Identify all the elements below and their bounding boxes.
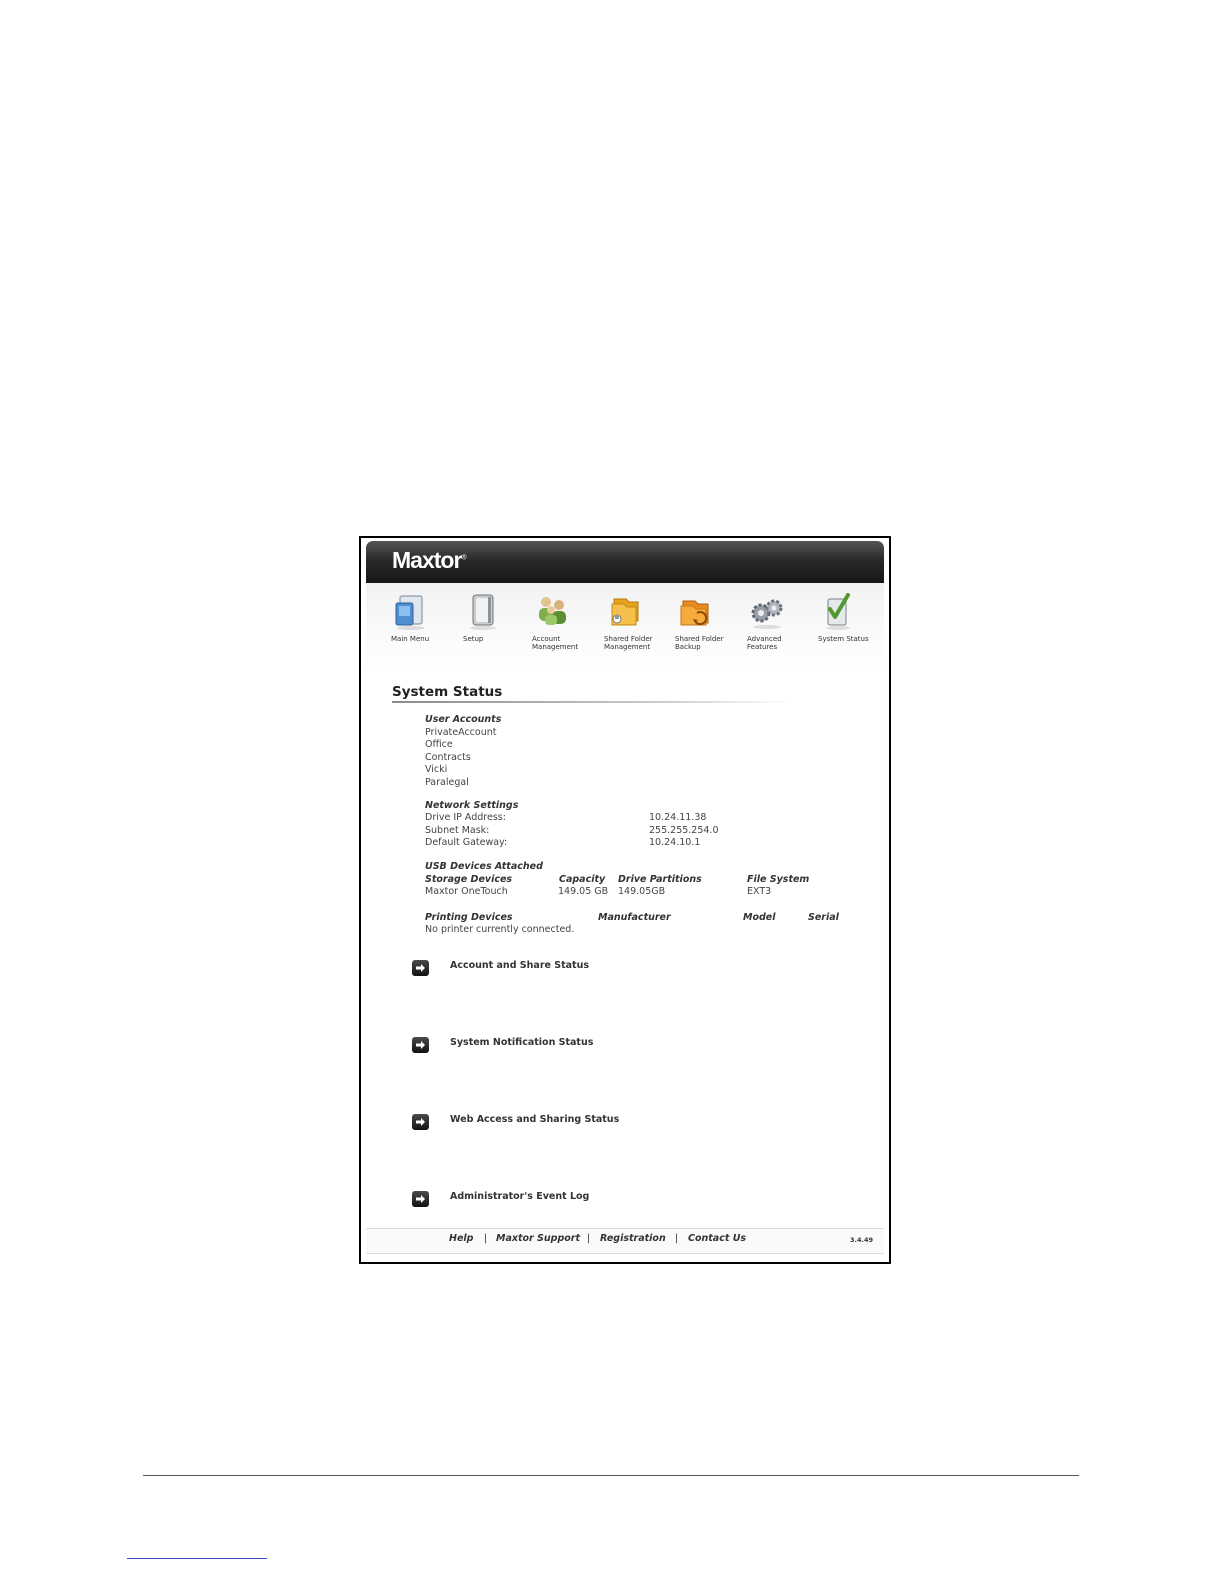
screenshot-frame: Maxtor® Main Menu Setup Account Manageme…	[359, 536, 891, 1264]
usb-devices-heading: USB Devices Attached	[425, 861, 543, 872]
printing-col-header: Printing Devices	[425, 911, 513, 923]
network-label: Drive IP Address:	[425, 812, 506, 823]
no-printer-message: No printer currently connected.	[425, 924, 575, 935]
printing-col-header: Model	[743, 911, 776, 923]
user-accounts-heading: User Accounts	[425, 714, 502, 725]
usb-col-header: Storage Devices	[425, 873, 513, 885]
status-content: User Accounts PrivateAccount Office Cont…	[425, 714, 885, 944]
footer-maxtor-support-link[interactable]: Maxtor Support	[496, 1233, 580, 1244]
nav-shared-folder-management[interactable]: Shared Folder Management	[604, 591, 666, 651]
system-status-icon	[826, 593, 850, 630]
shared-folder-backup-icon	[680, 600, 709, 626]
network-value: 10.24.10.1	[649, 837, 701, 848]
footer-registration-link[interactable]: Registration	[600, 1233, 666, 1244]
footer-contact-us-link[interactable]: Contact Us	[688, 1233, 746, 1244]
nav-main-menu[interactable]: Main Menu	[391, 591, 453, 643]
network-value: 255.255.254.0	[649, 824, 719, 836]
printing-col-header: Manufacturer	[598, 911, 671, 923]
network-label: Subnet Mask:	[425, 824, 490, 836]
arrow-right-button[interactable]	[412, 1037, 429, 1053]
advanced-features-icon	[751, 599, 783, 629]
network-label: Default Gateway:	[425, 837, 508, 848]
title-divider	[392, 701, 792, 703]
network-settings-heading: Network Settings	[425, 799, 519, 811]
setup-icon	[470, 594, 496, 630]
version-number: 3.4.49	[850, 1236, 874, 1244]
usb-cell: EXT3	[747, 886, 772, 897]
page-link-underline	[127, 1558, 267, 1559]
footer-separator: |	[675, 1233, 679, 1244]
arrow-right-button[interactable]	[412, 960, 429, 976]
user-account-item: Contracts	[425, 751, 471, 763]
footer-separator: |	[484, 1233, 488, 1244]
nav-account-management[interactable]: Account Management	[532, 591, 594, 651]
usb-col-header: Capacity	[559, 873, 606, 885]
arrow-right-button[interactable]	[412, 1114, 429, 1130]
printing-col-header: Serial	[808, 911, 839, 923]
arrow-right-icon	[416, 1041, 425, 1049]
arrow-right-icon	[416, 1195, 425, 1203]
arrow-right-icon	[416, 1118, 425, 1126]
nav-system-status[interactable]: System Status	[818, 591, 880, 643]
nav-shared-folder-backup[interactable]: Shared Folder Backup	[675, 591, 737, 651]
main-nav: Main Menu Setup Account Management Share…	[366, 583, 884, 673]
arrow-right-button[interactable]	[412, 1191, 429, 1207]
account-management-icon	[539, 597, 566, 625]
usb-col-header: Drive Partitions	[618, 873, 702, 885]
footer-help-link[interactable]: Help	[449, 1233, 473, 1244]
shared-folder-management-icon	[611, 598, 639, 626]
nav-advanced-features[interactable]: Advanced Features	[747, 591, 809, 651]
user-account-item: Paralegal	[425, 776, 469, 788]
usb-col-header: File System	[747, 873, 810, 885]
network-value: 10.24.11.38	[649, 812, 707, 823]
usb-cell: 149.05 GB	[558, 886, 609, 897]
usb-cell: 149.05GB	[618, 886, 666, 897]
app-footer: Help | Maxtor Support | Registration | C…	[366, 1228, 884, 1254]
page-title: System Status	[392, 684, 503, 700]
user-account-item: Vicki	[425, 764, 448, 775]
user-account-item: PrivateAccount	[425, 726, 497, 738]
nav-setup[interactable]: Setup	[463, 591, 525, 643]
user-account-item: Office	[425, 739, 453, 750]
arrow-right-icon	[416, 964, 425, 972]
footer-separator: |	[587, 1233, 591, 1244]
maxtor-logo: Maxtor®	[392, 547, 467, 573]
page-bottom-rule	[143, 1475, 1079, 1476]
usb-cell: Maxtor OneTouch	[425, 886, 508, 897]
app-header: Maxtor®	[366, 541, 884, 583]
main-menu-icon	[395, 595, 425, 630]
